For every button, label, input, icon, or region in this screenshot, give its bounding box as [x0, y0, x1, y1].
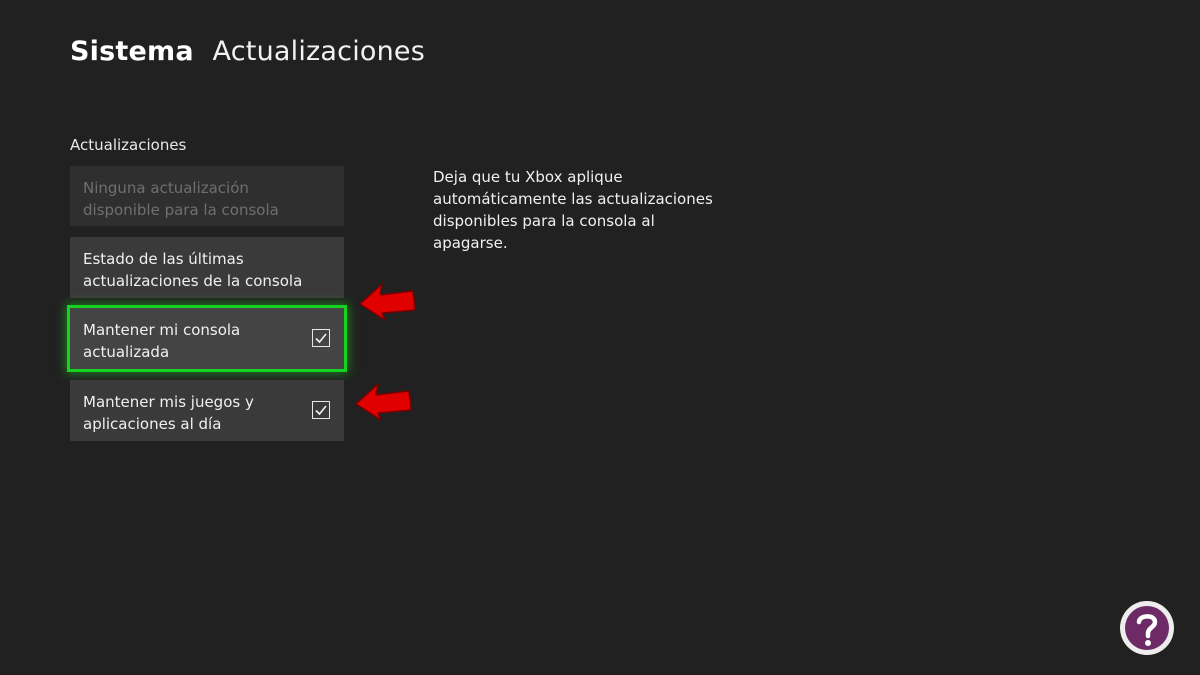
page-title-subsection: Actualizaciones	[212, 36, 426, 67]
question-mark-logo-icon	[1120, 601, 1174, 655]
keep-games-apps-updated-checkbox[interactable]	[312, 400, 330, 419]
keep-games-apps-updated-toggle[interactable]: Mantener mis juegos y aplicaciones al dí…	[70, 380, 344, 441]
red-arrow-icon	[355, 383, 412, 421]
setting-description: Deja que tu Xbox aplique automáticamente…	[433, 168, 713, 252]
tile-label: Mantener mi consola actualizada	[83, 321, 241, 361]
update-status-tile[interactable]: Estado de las últimas actualizaciones de…	[70, 237, 344, 298]
page-title: Sistema Actualizaciones	[70, 36, 425, 67]
no-updates-available-tile: Ninguna actualización disponible para la…	[70, 166, 344, 226]
red-arrow-icon	[359, 283, 416, 321]
tile-label: Ninguna actualización disponible para la…	[83, 179, 279, 219]
keep-console-updated-toggle[interactable]: Mantener mi consola actualizada	[67, 305, 347, 372]
checkmark-icon	[315, 332, 327, 343]
checkmark-icon	[315, 404, 327, 415]
xbox-settings-page: Sistema Actualizaciones Actualizaciones …	[0, 0, 1200, 675]
tile-label: Estado de las últimas actualizaciones de…	[83, 250, 303, 290]
page-title-section: Sistema	[70, 36, 194, 67]
keep-console-updated-checkbox[interactable]	[312, 328, 330, 347]
updates-group-label: Actualizaciones	[70, 136, 187, 154]
tile-label: Mantener mis juegos y aplicaciones al dí…	[83, 393, 254, 433]
